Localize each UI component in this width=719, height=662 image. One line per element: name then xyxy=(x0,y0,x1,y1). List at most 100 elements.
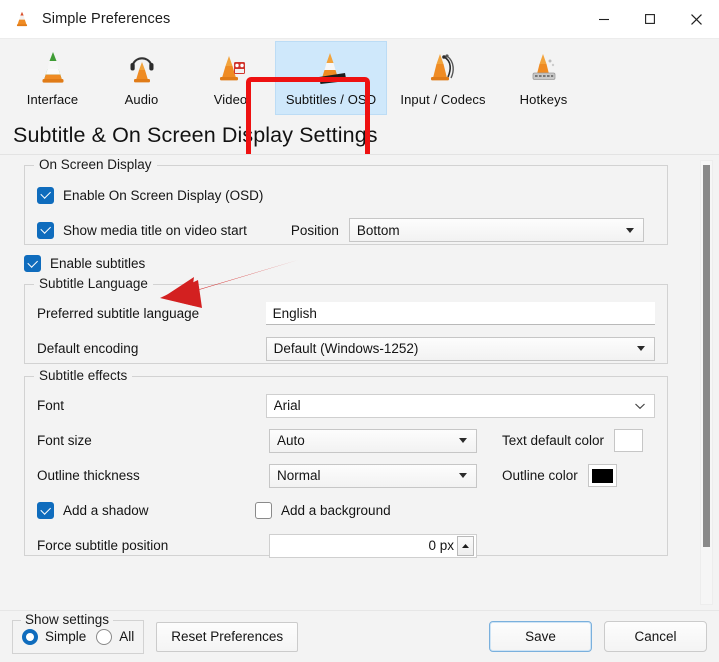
font-size-value: Auto xyxy=(277,433,305,449)
tab-label: Video xyxy=(213,92,248,107)
dialog-buttons: Save Cancel xyxy=(489,621,707,652)
close-icon[interactable] xyxy=(673,0,719,38)
checkbox-label: Add a background xyxy=(281,503,391,519)
tab-label: Subtitles / OSD xyxy=(285,92,377,107)
radio-circle xyxy=(22,628,38,645)
radio-label: Simple xyxy=(45,629,87,644)
checkbox-label: Enable On Screen Display (OSD) xyxy=(63,187,264,203)
group-on-screen-display: On Screen Display Enable On Screen Displ… xyxy=(24,157,668,245)
radio-simple[interactable]: Simple xyxy=(22,628,87,645)
checkbox-enable-osd[interactable]: Enable On Screen Display (OSD) xyxy=(37,186,264,204)
force-position-label: Force subtitle position xyxy=(37,538,169,554)
outline-color-swatch[interactable] xyxy=(587,464,617,488)
tab-label: Interface xyxy=(26,92,79,107)
outline-thickness-dropdown[interactable]: Normal xyxy=(269,463,477,488)
preferred-language-input[interactable]: English xyxy=(265,302,655,326)
checkbox-label: Add a shadow xyxy=(63,503,149,519)
vlc-cone-icon xyxy=(13,10,31,28)
font-dropdown[interactable]: Arial xyxy=(265,393,655,418)
default-encoding-value: Default (Windows-1252) xyxy=(273,341,419,357)
show-settings-title: Show settings xyxy=(21,611,114,627)
row-font-size: Font size Auto Text default color xyxy=(37,428,655,454)
group-subtitle-effects: Subtitle effects Font Arial Font size Au… xyxy=(24,367,668,559)
cancel-button[interactable]: Cancel xyxy=(604,621,707,652)
force-position-value: 0 px xyxy=(428,538,454,554)
vertical-scrollbar[interactable] xyxy=(700,160,713,605)
checkbox-show-media-title[interactable]: Show media title on video start xyxy=(37,221,247,239)
checkbox-box xyxy=(37,186,54,204)
row-font: Font Arial xyxy=(37,393,655,419)
title-bar-left: Simple Preferences xyxy=(0,10,581,28)
force-position-spinner[interactable]: 0 px xyxy=(269,533,477,558)
vlc-cone-cables-icon xyxy=(421,48,465,90)
chevron-down-icon xyxy=(637,346,645,352)
title-bar: Simple Preferences xyxy=(0,0,719,39)
checkbox-enable-subtitles[interactable]: Enable subtitles xyxy=(24,254,146,272)
section-toolbar: Interface Audio Video Subtitles / OSD In… xyxy=(0,39,719,160)
checkbox-box xyxy=(255,502,272,520)
row-enable-osd: Enable On Screen Display (OSD) xyxy=(37,182,655,208)
outline-thickness-label: Outline thickness xyxy=(37,468,140,484)
preferences-window: Simple Preferences Interface Audio Video… xyxy=(0,0,719,662)
vlc-cone-green-icon xyxy=(31,48,75,90)
text-default-color-swatch[interactable] xyxy=(614,429,644,453)
tab-input-codecs[interactable]: Input / Codecs xyxy=(387,41,499,115)
position-dropdown[interactable]: Bottom xyxy=(348,218,644,242)
show-settings-group: Show settings Simple All xyxy=(12,611,145,654)
tab-interface[interactable]: Interface xyxy=(8,41,97,115)
vlc-cone-keyboard-icon xyxy=(522,48,566,90)
vlc-cone-film-icon xyxy=(209,48,253,90)
checkbox-box xyxy=(37,502,54,520)
reset-preferences-button[interactable]: Reset Preferences xyxy=(156,621,299,652)
scrollbar-thumb[interactable] xyxy=(703,165,710,547)
maximize-icon[interactable] xyxy=(627,0,673,38)
settings-scroll-area: On Screen Display Enable On Screen Displ… xyxy=(0,154,719,610)
font-size-dropdown[interactable]: Auto xyxy=(269,428,477,453)
checkbox-box xyxy=(37,221,54,239)
spinner-up-icon[interactable] xyxy=(457,535,474,556)
row-force-subtitle-position: Force subtitle position 0 px xyxy=(37,533,655,559)
settings-content: On Screen Display Enable On Screen Displ… xyxy=(0,155,690,559)
vlc-cone-subtitles-icon xyxy=(309,48,353,90)
chevron-down-icon xyxy=(459,473,467,479)
checkbox-label: Enable subtitles xyxy=(50,255,146,271)
bottom-bar: Show settings Simple All Reset Preferenc… xyxy=(0,610,719,662)
tab-audio[interactable]: Audio xyxy=(97,41,186,115)
row-default-encoding: Default encoding Default (Windows-1252) xyxy=(37,336,655,362)
group-title: Subtitle effects xyxy=(34,367,133,383)
preferred-language-value: English xyxy=(272,305,317,321)
default-encoding-dropdown[interactable]: Default (Windows-1252) xyxy=(265,336,655,361)
tab-label: Input / Codecs xyxy=(400,92,486,107)
outline-thickness-value: Normal xyxy=(277,468,321,484)
radio-circle xyxy=(96,628,113,645)
default-encoding-label: Default encoding xyxy=(37,341,139,357)
tab-hotkeys[interactable]: Hotkeys xyxy=(499,41,588,115)
minimize-icon[interactable] xyxy=(581,0,627,38)
chevron-down-icon xyxy=(625,227,634,233)
checkbox-add-background[interactable]: Add a background xyxy=(255,502,391,520)
font-value: Arial xyxy=(273,398,301,414)
vlc-cone-headphones-icon xyxy=(120,48,164,90)
group-title: On Screen Display xyxy=(34,157,157,172)
color-fill xyxy=(618,433,640,448)
color-fill xyxy=(591,468,613,483)
row-show-media-title: Show media title on video start Position… xyxy=(37,217,655,243)
chevron-down-icon xyxy=(634,402,646,410)
radio-all[interactable]: All xyxy=(96,628,135,645)
row-enable-subtitles: Enable subtitles xyxy=(24,254,690,272)
checkbox-box xyxy=(24,254,41,272)
checkbox-label: Show media title on video start xyxy=(63,222,247,238)
tab-label: Hotkeys xyxy=(519,92,568,107)
save-button[interactable]: Save xyxy=(489,621,592,652)
outline-color-label: Outline color xyxy=(502,468,578,484)
group-title: Subtitle Language xyxy=(34,275,153,291)
window-title: Simple Preferences xyxy=(42,11,171,27)
row-preferred-language: Preferred subtitle language English xyxy=(37,301,655,327)
tab-label: Audio xyxy=(124,92,159,107)
tab-subtitles-osd[interactable]: Subtitles / OSD xyxy=(275,41,387,115)
position-value: Bottom xyxy=(356,222,400,238)
checkbox-add-shadow[interactable]: Add a shadow xyxy=(37,502,255,520)
radio-label: All xyxy=(119,629,135,644)
tab-video[interactable]: Video xyxy=(186,41,275,115)
row-shadow-background: Add a shadow Add a background xyxy=(37,498,655,524)
